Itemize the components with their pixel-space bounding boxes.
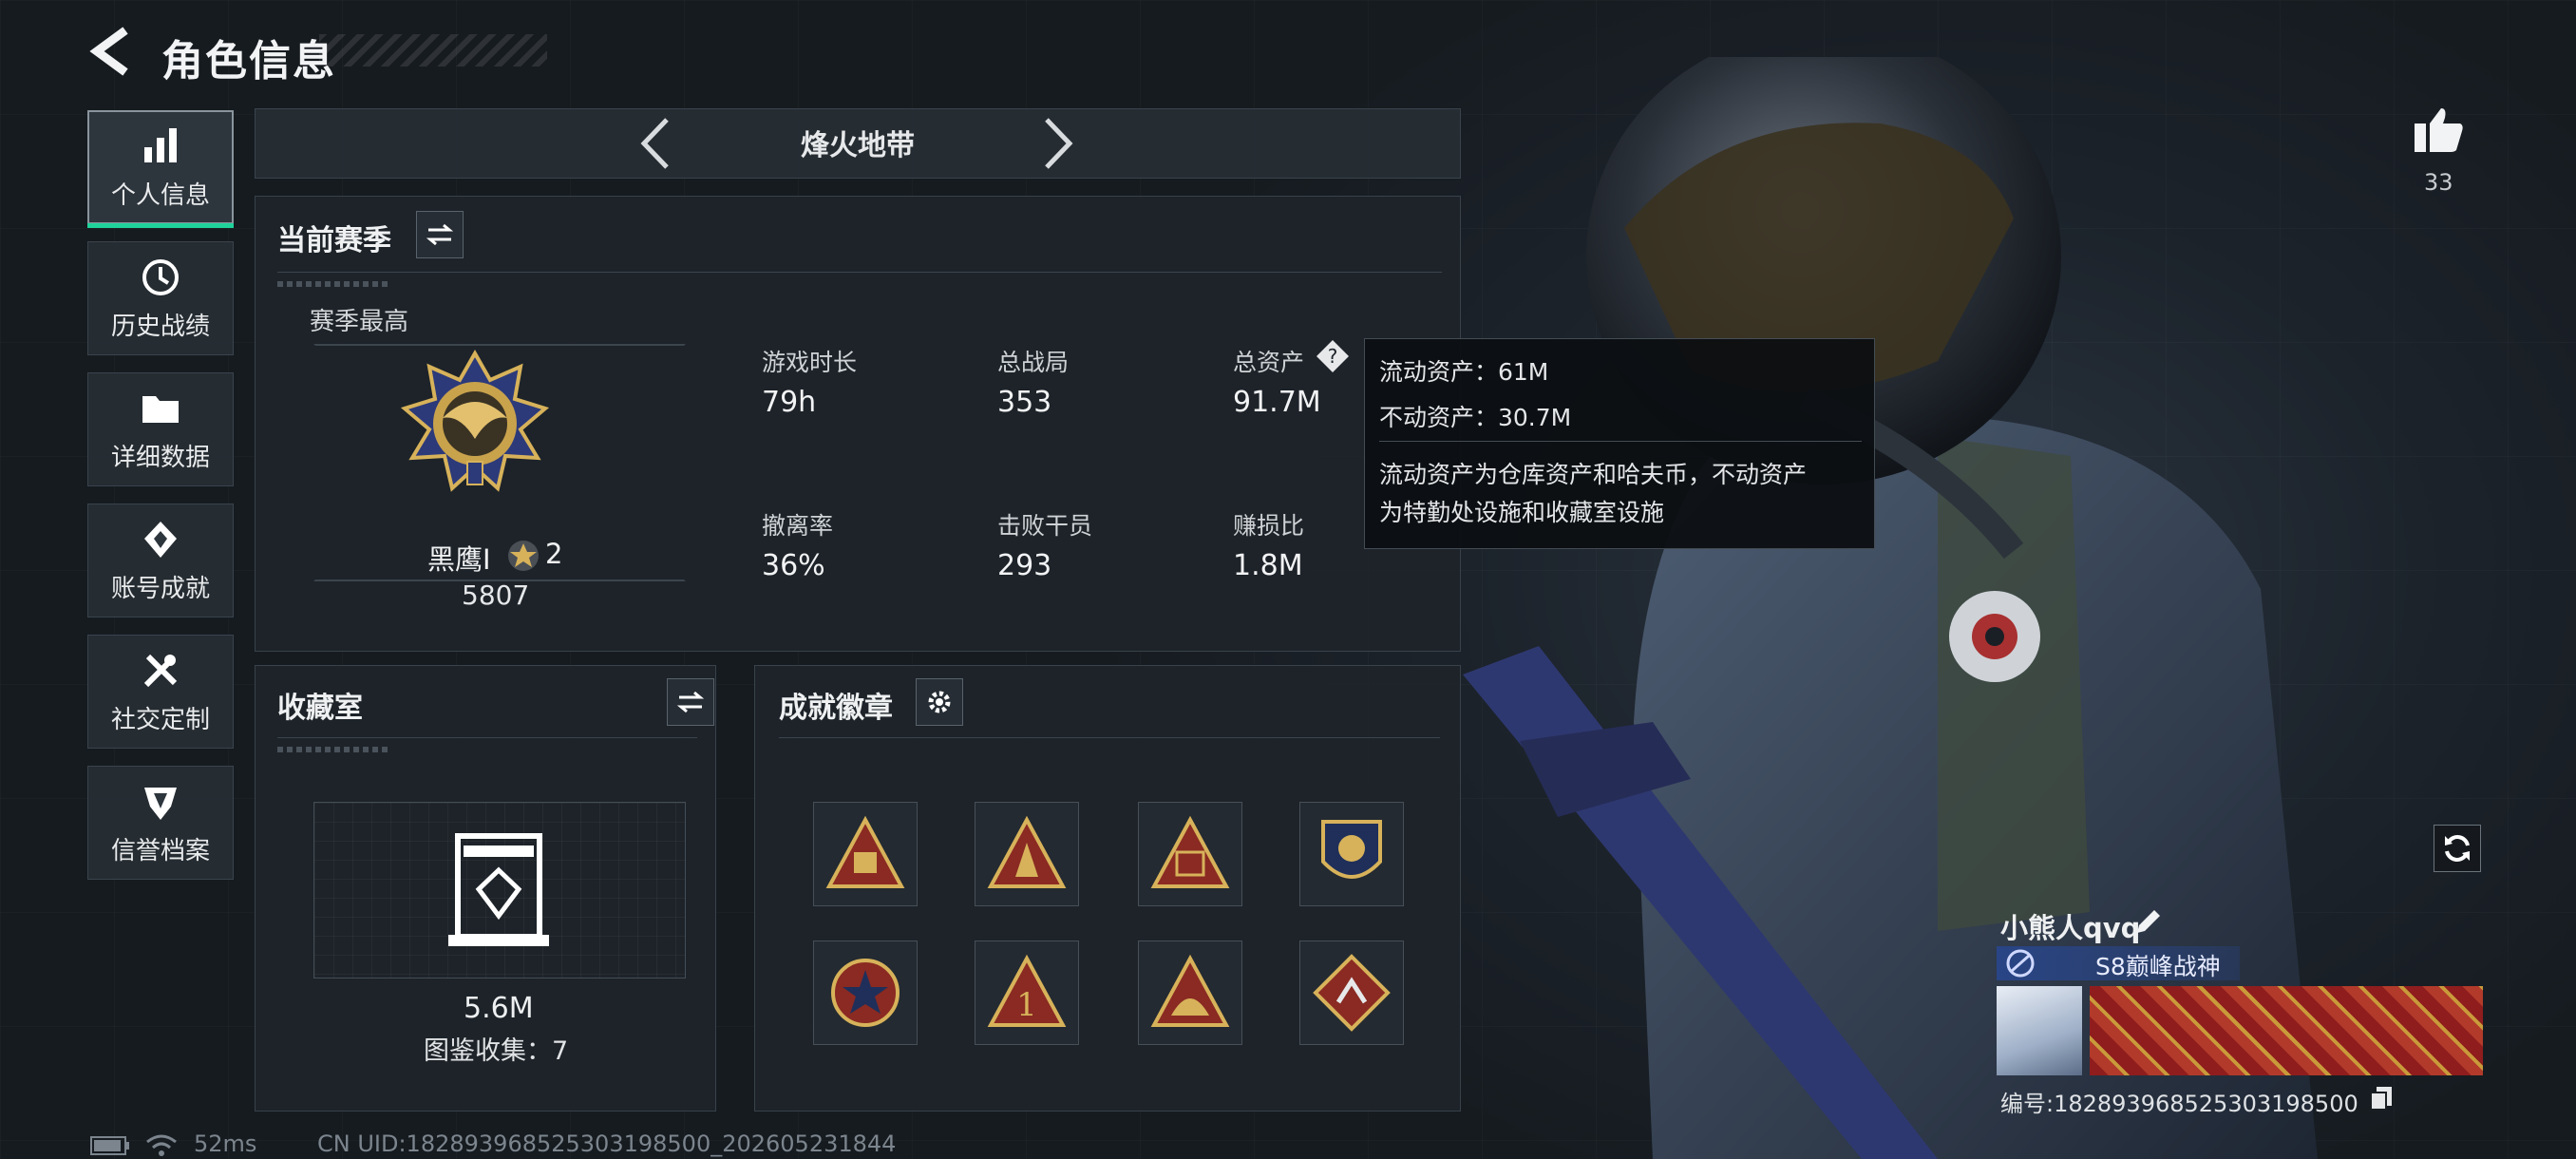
collection-value: 5.6M [464, 992, 534, 1025]
badge-icon [987, 815, 1067, 888]
stat-label: 撤离率 [762, 512, 834, 540]
mode-title: 烽火地带 [801, 129, 915, 162]
achievement-badge[interactable] [1299, 940, 1404, 1045]
gear-icon [928, 691, 951, 713]
divider [779, 737, 1440, 738]
title-tag-label: S8巅峰战神 [2095, 953, 2221, 980]
sidebar-item-history[interactable]: 历史战绩 [87, 241, 234, 355]
title-decoration [319, 34, 547, 66]
stat-value: 353 [997, 386, 1052, 419]
sidebar-item-label: 详细数据 [110, 443, 210, 472]
sidebar-item-details[interactable]: 详细数据 [87, 372, 234, 486]
sidebar-item-label: 历史战绩 [110, 312, 210, 341]
page-title: 角色信息 [161, 37, 336, 86]
refresh-icon [2445, 835, 2470, 862]
stat-label: 击败干员 [997, 512, 1093, 540]
player-name: 小熊人qvq [2000, 912, 2141, 944]
sidebar-item-achievements[interactable]: 账号成就 [87, 504, 234, 618]
avatar[interactable] [1997, 986, 2082, 1075]
achievements-title: 成就徽章 [779, 692, 893, 725]
divider [277, 737, 697, 738]
stat-value: 36% [762, 549, 825, 582]
back-arrow-icon[interactable] [87, 25, 135, 78]
achievement-badge[interactable] [813, 940, 918, 1045]
achievement-icon [144, 521, 177, 558]
swap-icon [426, 223, 454, 246]
asset-help-button[interactable]: ? [1315, 338, 1351, 374]
divider [1379, 441, 1862, 442]
stat-label: 赚损比 [1233, 512, 1305, 540]
badge-icon [1150, 954, 1230, 1027]
tooltip-description: 为特勤处设施和收藏室设施 [1379, 499, 1665, 526]
stat-label: 游戏时长 [762, 349, 858, 376]
stat-value: 1.8M [1233, 549, 1303, 582]
achievements-settings-button[interactable] [916, 678, 963, 726]
stat-value: 79h [762, 386, 817, 419]
tools-icon [143, 654, 178, 687]
tooltip-fixed-assets: 不动资产：30.7M [1379, 404, 1572, 431]
stat-label: 总战局 [997, 349, 1070, 376]
sidebar-item-label: 社交定制 [110, 705, 210, 734]
achievement-badge[interactable] [1138, 940, 1242, 1045]
badge-icon [831, 959, 900, 1027]
sidebar-item-label: 个人信息 [110, 180, 210, 210]
wifi-icon [146, 1134, 177, 1156]
tick-decoration [277, 747, 391, 752]
sidebar-item-personal-info[interactable]: 个人信息 [87, 110, 234, 228]
stat-value: 91.7M [1233, 386, 1321, 419]
stat-label: 总资产 [1233, 349, 1305, 376]
title-tag-icon [2006, 949, 2035, 978]
season-switch-button[interactable] [416, 211, 464, 258]
thumbs-up-icon[interactable] [2413, 104, 2466, 154]
badge-icon [1313, 954, 1391, 1032]
bar-chart-icon [144, 127, 177, 162]
history-icon [142, 258, 179, 295]
collection-switch-button[interactable] [667, 678, 714, 726]
copy-icon[interactable] [2369, 1085, 2394, 1112]
badge-icon: 1 [987, 954, 1067, 1027]
collection-title: 收藏室 [277, 692, 363, 725]
achievement-badge[interactable] [975, 802, 1079, 906]
player-id: 编号:182893968525303198500 [2000, 1091, 2358, 1117]
rotate-model-button[interactable] [2434, 825, 2481, 872]
sidebar-item-label: 账号成就 [110, 574, 210, 603]
badge-icon [825, 815, 905, 888]
sidebar-item-credit[interactable]: 信誉档案 [87, 766, 234, 880]
battery-icon [90, 1136, 129, 1155]
rank-name: 黑鹰Ⅰ [427, 543, 491, 576]
display-case-icon [448, 833, 549, 946]
chevron-right-icon[interactable] [1041, 116, 1075, 171]
badge-icon [1150, 815, 1230, 888]
swap-icon [676, 691, 705, 713]
sidebar-item-social[interactable]: 社交定制 [87, 635, 234, 749]
svg-text:?: ? [1328, 345, 1338, 368]
uid-text: CN UID:182893968525303198500_20260523184… [317, 1130, 897, 1157]
svg-text:1: 1 [1016, 986, 1037, 1024]
achievement-badge[interactable] [1299, 802, 1404, 906]
season-title: 当前赛季 [277, 224, 391, 257]
star-icon [508, 541, 539, 571]
divider [277, 272, 1442, 273]
name-card-banner[interactable] [2090, 986, 2483, 1075]
catalog-count: 图鉴收集：7 [424, 1036, 569, 1066]
rank-stars: 2 [545, 538, 563, 570]
question-icon: ? [1316, 340, 1349, 372]
folder-icon [142, 395, 179, 423]
tooltip-liquid-assets: 流动资产：61M [1379, 358, 1549, 386]
rank-score: 5807 [462, 580, 530, 611]
rank-emblem-icon [400, 349, 550, 492]
credit-icon [144, 787, 177, 820]
stat-value: 293 [997, 549, 1052, 582]
achievement-badge[interactable] [813, 802, 918, 906]
season-best-label: 赛季最高 [310, 308, 409, 336]
badge-icon [1321, 820, 1382, 879]
ping-value: 52ms [194, 1130, 257, 1157]
tooltip-description: 流动资产为仓库资产和哈夫币，不动资产 [1379, 461, 1808, 488]
achievement-badge[interactable]: 1 [975, 940, 1079, 1045]
achievement-badge[interactable] [1138, 802, 1242, 906]
tick-decoration [277, 281, 391, 287]
sidebar-item-label: 信誉档案 [110, 836, 210, 865]
edit-icon[interactable] [2133, 906, 2164, 937]
likes-count: 33 [2424, 169, 2453, 196]
